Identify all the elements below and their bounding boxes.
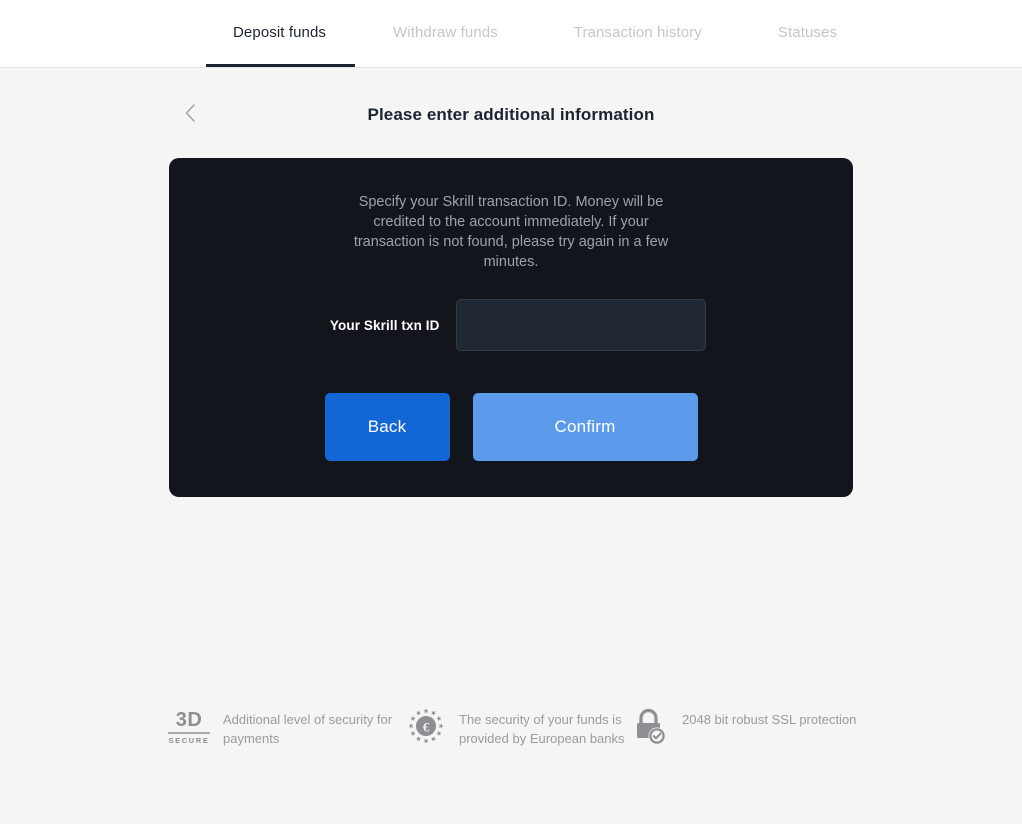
euro-stars-icon: €: [406, 706, 446, 746]
badge-text: 2048 bit robust SSL protection: [682, 712, 857, 727]
tab-statuses[interactable]: Statuses: [740, 0, 875, 67]
trust-badges: 3D SECURE Additional level of security f…: [168, 706, 928, 748]
additional-information-card: Specify your Skrill transaction ID. Mone…: [169, 158, 853, 497]
3d-secure-logo-top: 3D: [168, 710, 210, 734]
txn-id-field-row: Your Skrill txn ID: [169, 299, 853, 351]
confirm-button[interactable]: Confirm: [472, 393, 698, 461]
page-title: Please enter additional information: [367, 105, 655, 124]
txn-id-input[interactable]: [455, 299, 706, 351]
page-heading: Please enter additional information: [169, 68, 853, 137]
tab-deposit-funds[interactable]: Deposit funds: [206, 0, 356, 67]
badge-european-banks: € The security of your funds is provided…: [406, 706, 631, 748]
svg-text:€: €: [423, 720, 430, 735]
card-button-row: Back Confirm: [169, 393, 853, 461]
badge-ssl-protection: 2048 bit robust SSL protection: [631, 706, 856, 748]
tab-label: Transaction history: [573, 23, 702, 41]
badge-3d-secure: 3D SECURE Additional level of security f…: [168, 706, 406, 748]
card-description: Specify your Skrill transaction ID. Mone…: [353, 194, 669, 270]
txn-id-label: Your Skrill txn ID: [329, 317, 440, 333]
back-button-card[interactable]: Back: [324, 393, 450, 461]
tab-transaction-history[interactable]: Transaction history: [536, 0, 740, 67]
back-button[interactable]: [177, 100, 203, 126]
badge-text: Additional level of security for payment…: [223, 712, 393, 746]
tab-label: Withdraw funds: [393, 23, 498, 41]
lock-check-icon: [631, 706, 669, 748]
tab-withdraw-funds[interactable]: Withdraw funds: [355, 0, 536, 67]
3d-secure-logo-bottom: SECURE: [168, 736, 210, 745]
badge-text: The security of your funds is provided b…: [459, 712, 625, 746]
tab-label: Statuses: [777, 23, 838, 41]
3d-secure-icon: 3D SECURE: [168, 706, 210, 745]
chevron-left-icon: [183, 103, 197, 123]
main-tab-bar: Deposit funds Withdraw funds Transaction…: [0, 0, 1022, 68]
tab-label: Deposit funds: [233, 23, 327, 41]
